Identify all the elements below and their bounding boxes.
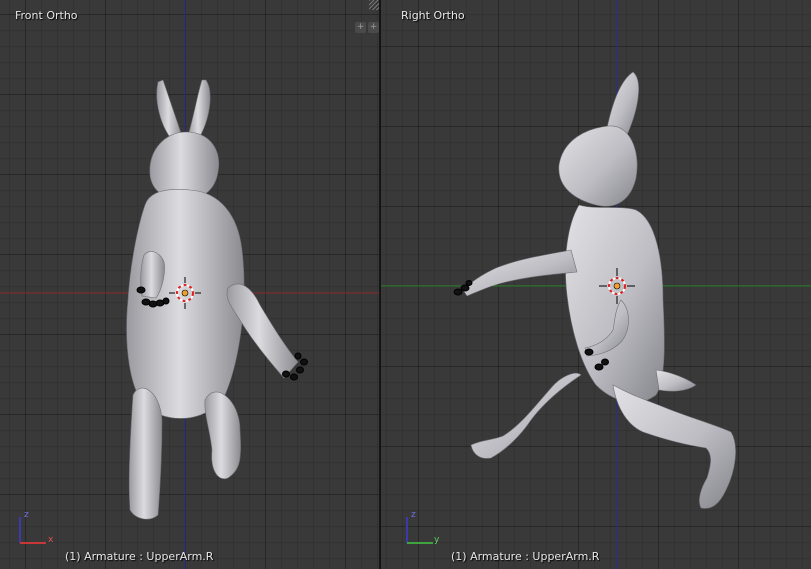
front-viewport-scene: z x xyxy=(0,0,379,569)
blender-window: z x Front Ortho (1) Armature : UpperArm.… xyxy=(0,0,811,569)
front-viewport-title: Front Ortho xyxy=(15,9,78,22)
rabbit-mesh-front xyxy=(126,79,299,520)
axis-gizmo-side xyxy=(406,517,433,544)
axis-gizmo-front xyxy=(19,517,46,544)
gizmo-x-label: x xyxy=(48,535,54,545)
gizmo-z-label: z xyxy=(411,510,416,520)
area-split-corner[interactable] xyxy=(369,0,379,10)
right-viewport-title: Right Ortho xyxy=(401,9,465,22)
plus-icon[interactable]: + xyxy=(355,22,366,33)
plus-icon[interactable]: + xyxy=(368,22,379,33)
right-ortho-viewport[interactable]: z y Right Ortho (1) Armature : UpperArm.… xyxy=(381,0,811,569)
right-viewport-status: (1) Armature : UpperArm.R xyxy=(451,550,600,563)
gizmo-z-label: z xyxy=(24,510,29,520)
front-ortho-viewport[interactable]: z x Front Ortho (1) Armature : UpperArm.… xyxy=(0,0,379,569)
front-viewport-status: (1) Armature : UpperArm.R xyxy=(65,550,214,563)
gizmo-y-label: y xyxy=(434,535,440,545)
right-viewport-scene: z y xyxy=(381,0,811,569)
area-split-widget[interactable]: + + xyxy=(353,22,379,36)
rabbit-mesh-side xyxy=(462,71,736,509)
